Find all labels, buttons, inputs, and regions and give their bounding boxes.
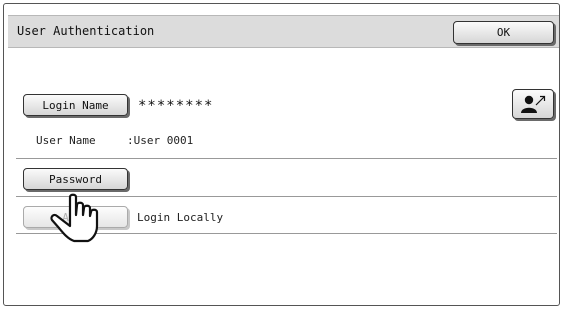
dialog-frame: User Authentication OK Login Name ******… <box>3 3 560 306</box>
user-select-button[interactable] <box>512 89 554 119</box>
ok-button[interactable]: OK <box>453 21 554 44</box>
divider <box>16 158 557 159</box>
auth-value: Login Locally <box>137 211 224 224</box>
user-select-icon <box>521 95 546 113</box>
login-name-button[interactable]: Login Name <box>23 94 128 116</box>
pointing-hand-icon <box>50 193 99 243</box>
login-name-value: ******** <box>138 98 214 114</box>
user-name-value: :User 0001 <box>127 134 194 147</box>
user-name-label: User Name <box>36 134 96 147</box>
dialog-title: User Authentication <box>17 24 155 38</box>
password-button[interactable]: Password <box>23 168 128 190</box>
